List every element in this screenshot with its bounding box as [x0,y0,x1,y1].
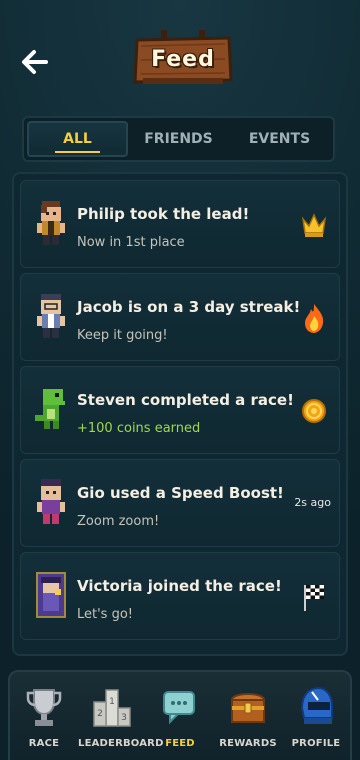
nav-feed[interactable]: FEED [146,672,214,760]
trophy-icon [26,689,62,726]
arrow-left-icon[interactable] [18,42,52,82]
nav-profile[interactable]: PROFILE [282,672,350,760]
nav-label: REWARDS [219,738,277,749]
victoria-avatar [36,572,66,618]
steven-avatar [35,389,65,429]
checkered-flag-icon [304,585,324,611]
nav-race[interactable]: RACE [10,672,78,760]
fire-icon [305,304,324,333]
feed-item[interactable]: Victoria joined the race! Let's go! [20,552,340,640]
treasure-chest-icon [230,693,266,723]
podium-icon: 1 2 3 [93,689,131,727]
page-title: Feed [151,46,215,72]
nav-label: FEED [165,738,195,749]
philip-avatar [37,201,65,245]
item-title: Jacob is on a 3 day streak! [77,298,301,316]
item-title: Gio used a Speed Boost! [77,484,284,502]
item-subtitle: Let's go! [77,607,134,622]
tab-events[interactable]: EVENTS [229,121,330,157]
feed-item[interactable]: Jacob is on a 3 day streak! Keep it goin… [20,273,340,361]
title-plank: Feed [133,30,233,92]
svg-text:3: 3 [121,713,127,723]
nav-label: PROFILE [291,738,341,749]
feed-tabs: ALL FRIENDS EVENTS [22,116,335,162]
feed-item[interactable]: Philip took the lead! Now in 1st place [20,180,340,268]
helmet-icon [300,686,333,724]
item-subtitle: Zoom zoom! [77,514,160,529]
svg-text:1: 1 [109,697,115,707]
header: Feed [0,0,360,110]
item-subtitle: Keep it going! [77,328,168,343]
chat-bubble-icon [163,691,195,725]
svg-text:2: 2 [97,709,103,719]
item-title: Steven completed a race! [77,391,294,409]
feed-item[interactable]: Gio used a Speed Boost! Zoom zoom! 2s ag… [20,459,340,547]
nav-rewards[interactable]: REWARDS [214,672,282,760]
jacob-avatar [37,294,65,338]
feed-list: Philip took the lead! Now in 1st place J… [12,172,348,656]
nav-label: LEADERBOARD [78,738,164,749]
feed-item[interactable]: Steven completed a race! +100 coins earn… [20,366,340,454]
item-title: Philip took the lead! [77,205,250,223]
item-title: Victoria joined the race! [77,577,282,595]
time-ago: 2s ago [294,496,331,509]
coin-icon [302,399,326,423]
bottom-nav: RACE 1 2 3 LEADERBOARD FEED REWARDS PROF… [8,670,352,760]
nav-label: RACE [28,738,60,749]
tab-friends[interactable]: FRIENDS [128,121,229,157]
item-subtitle: Now in 1st place [77,235,185,250]
tab-all[interactable]: ALL [27,121,128,157]
nav-leaderboard[interactable]: 1 2 3 LEADERBOARD [78,672,164,760]
item-subtitle: +100 coins earned [77,421,201,436]
gio-avatar [37,479,65,524]
crown-icon [301,213,327,237]
